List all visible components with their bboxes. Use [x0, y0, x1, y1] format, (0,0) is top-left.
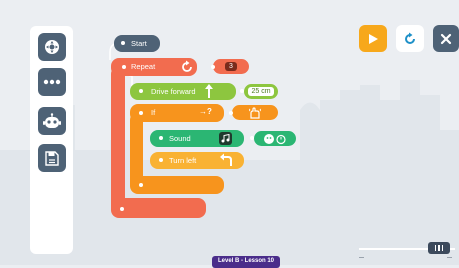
sensor-hand-icon — [249, 106, 261, 119]
if-condition: →? — [199, 107, 212, 116]
start-label: Start — [131, 39, 147, 48]
sensor-dot — [229, 111, 233, 115]
if-label: If — [151, 108, 156, 117]
robot-button[interactable] — [38, 107, 66, 135]
start-dot — [121, 41, 125, 45]
if-dot — [139, 111, 143, 115]
reset-button[interactable] — [396, 25, 424, 52]
sound-dot — [159, 136, 163, 140]
repeat-param-dot — [211, 65, 215, 69]
zoom-max-marker — [447, 257, 452, 258]
repeat-footer-dot — [120, 207, 124, 211]
sensor-field[interactable] — [232, 105, 278, 120]
robot-icon — [43, 113, 61, 128]
sound-param-field[interactable] — [254, 131, 296, 146]
close-button[interactable] — [433, 25, 459, 52]
sound-face-icon — [264, 134, 286, 145]
more-button[interactable] — [38, 68, 66, 96]
close-icon — [440, 33, 452, 44]
sound-label: Sound — [169, 134, 191, 143]
repeat-icon — [182, 60, 192, 72]
turn-left-label: Turn left — [169, 156, 197, 165]
save-icon — [45, 150, 59, 166]
controls-button[interactable] — [38, 33, 66, 61]
up-arrow-icon — [205, 84, 213, 98]
repeat-label: Repeat — [131, 62, 156, 71]
save-button[interactable] — [38, 144, 66, 172]
repeat-count-field[interactable]: 3 — [213, 59, 249, 74]
repeat-block-arm — [111, 66, 125, 216]
turn-left-icon — [220, 153, 232, 166]
sound-param-dot — [250, 136, 254, 140]
level-lesson-badge: Level B - Lesson 10 — [212, 256, 280, 268]
more-icon — [43, 79, 61, 85]
zoom-slider-handle[interactable] — [428, 242, 450, 254]
distance-value: 25 cm — [248, 87, 274, 96]
music-note-badge — [219, 132, 232, 145]
grip-line — [438, 245, 440, 251]
reset-icon — [405, 32, 415, 44]
dpad-icon — [45, 40, 59, 54]
sidebar-toolbar — [30, 26, 73, 254]
play-icon — [369, 33, 378, 44]
repeat-dot — [122, 65, 126, 69]
if-block-footer — [130, 176, 224, 194]
turn-left-dot — [159, 158, 163, 162]
play-button[interactable] — [359, 25, 387, 52]
distance-dot — [240, 89, 244, 93]
grip-line — [441, 245, 444, 251]
if-footer-dot — [139, 183, 143, 187]
drive-forward-dot — [139, 89, 143, 93]
repeat-count-value: 3 — [225, 62, 237, 71]
distance-field[interactable]: 25 cm — [244, 84, 278, 99]
zoom-min-marker — [359, 257, 364, 258]
grip-line — [434, 245, 437, 251]
drive-forward-label: Drive forward — [151, 87, 196, 96]
repeat-block-footer — [111, 198, 206, 218]
music-note-icon — [221, 134, 230, 143]
